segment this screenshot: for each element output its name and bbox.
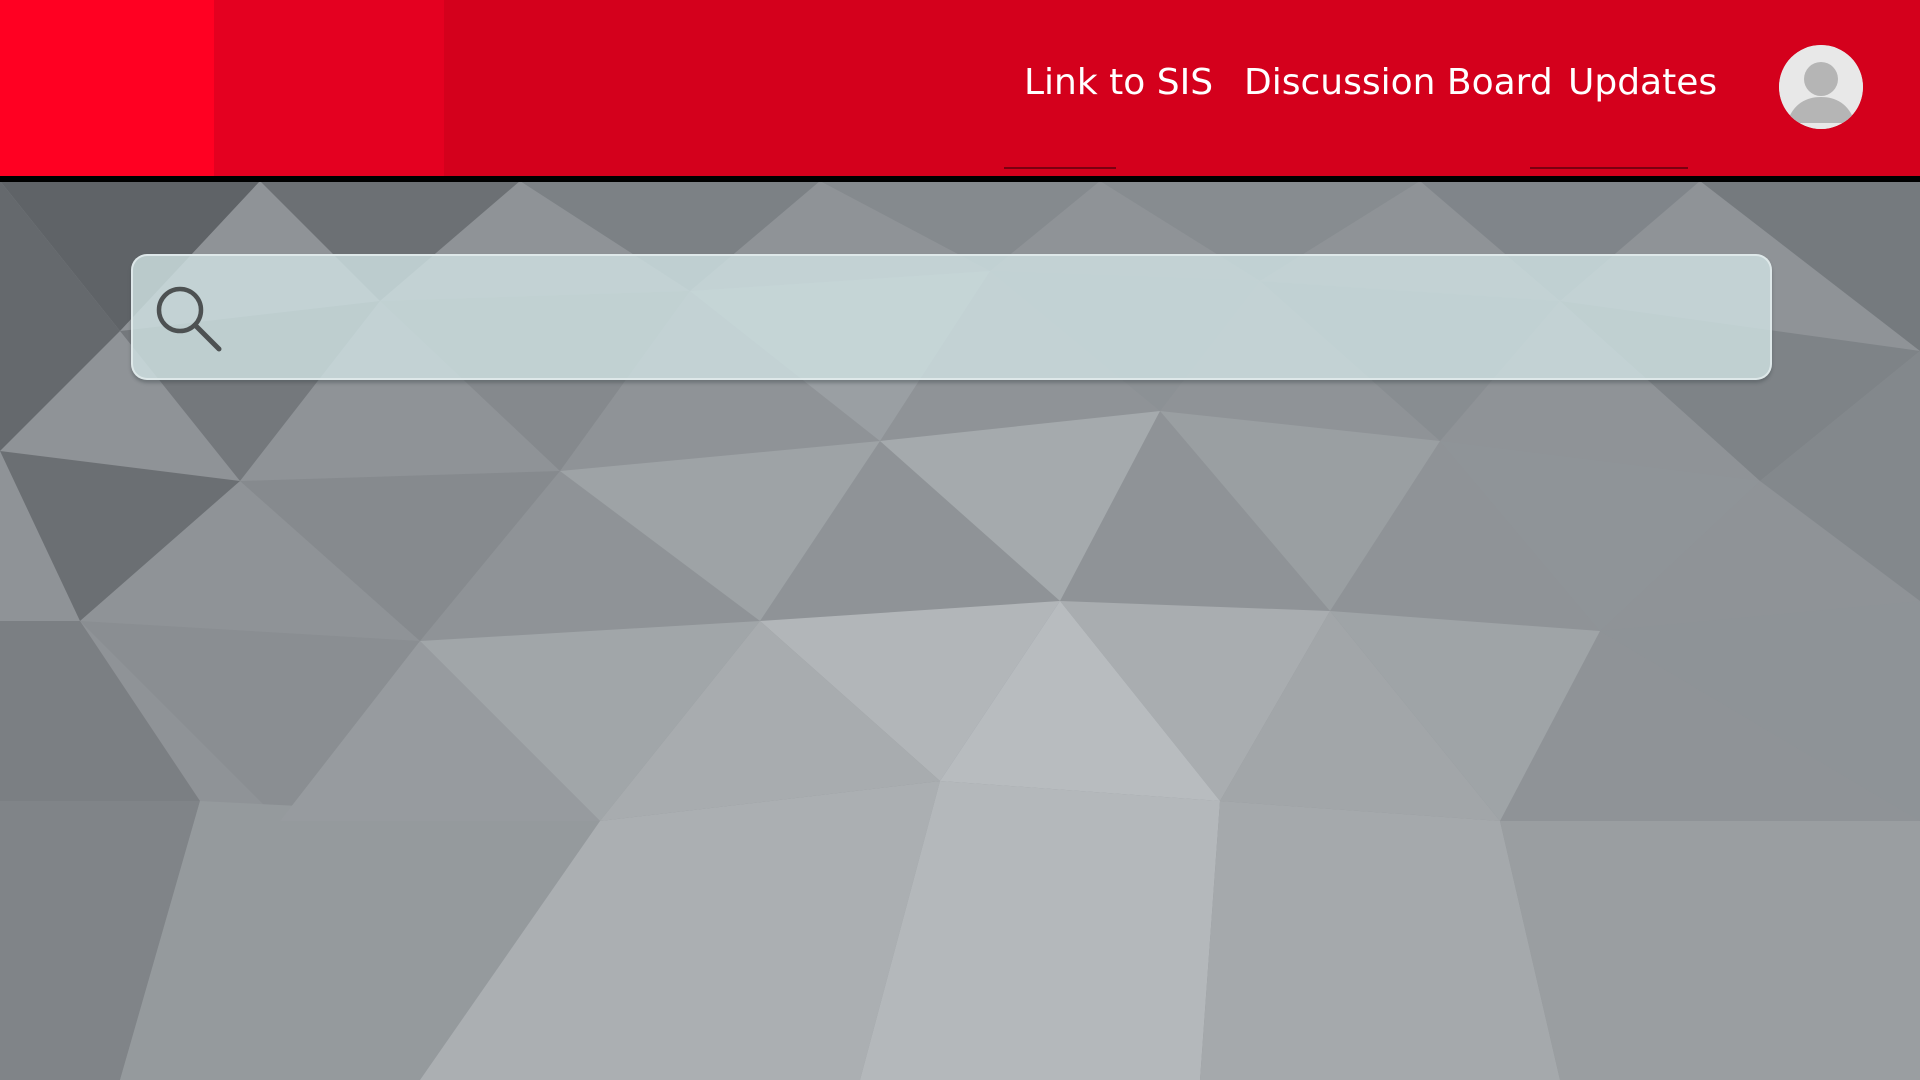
nav-link-discussion-board[interactable]: Discussion Board — [1244, 58, 1553, 108]
user-avatar-button[interactable] — [1779, 45, 1863, 129]
header-accent-block-2 — [214, 0, 444, 176]
search-icon[interactable] — [150, 280, 226, 356]
nav-underline-updates — [1530, 167, 1688, 169]
search-bar[interactable] — [131, 254, 1772, 380]
top-header: Link to SIS Discussion Board Updates — [0, 0, 1920, 176]
header-accent-block-1 — [0, 0, 214, 176]
nav-link-sis[interactable]: Link to SIS — [1024, 58, 1213, 108]
user-avatar-icon — [1779, 45, 1863, 129]
header-divider — [0, 176, 1920, 182]
nav-underline-sis — [1004, 167, 1116, 169]
nav-link-updates[interactable]: Updates — [1568, 58, 1717, 108]
search-input[interactable] — [243, 276, 1747, 362]
